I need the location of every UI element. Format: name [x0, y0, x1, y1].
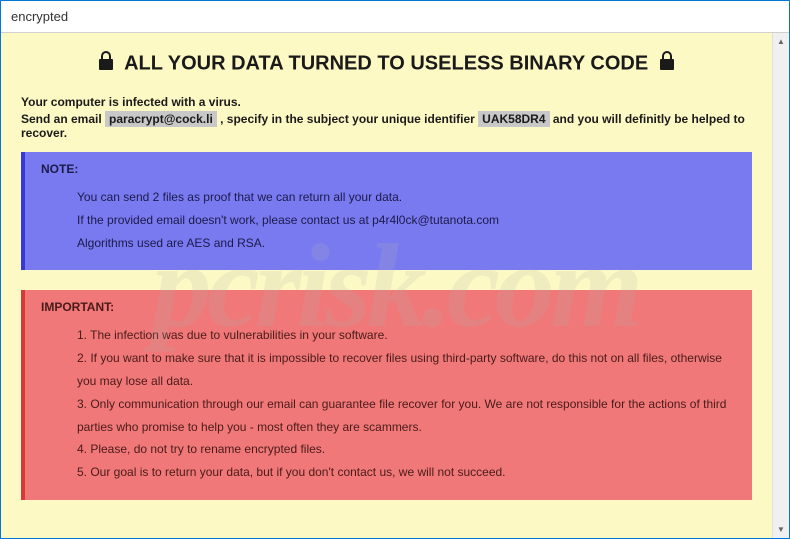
- main-title: ALL YOUR DATA TURNED TO USELESS BINARY C…: [21, 51, 752, 77]
- note-line: You can send 2 files as proof that we ca…: [77, 186, 736, 209]
- window-title: encrypted: [11, 9, 68, 24]
- important-item: 5. Our goal is to return your data, but …: [77, 461, 736, 484]
- note-box: NOTE: You can send 2 files as proof that…: [21, 152, 752, 270]
- note-line: If the provided email doesn't work, plea…: [77, 209, 736, 232]
- intro-pre: Send an email: [21, 112, 105, 126]
- note-body: You can send 2 files as proof that we ca…: [41, 186, 736, 254]
- important-item: 4. Please, do not try to rename encrypte…: [77, 438, 736, 461]
- scrollbar-up-button[interactable]: ▲: [773, 33, 789, 50]
- contact-email: paracrypt@cock.li: [105, 111, 217, 127]
- important-title: IMPORTANT:: [41, 300, 736, 314]
- content-wrapper: pcrisk.com ALL YOUR DATA TURNED TO USELE…: [1, 33, 789, 538]
- intro-instructions: Send an email paracrypt@cock.li , specif…: [21, 112, 752, 140]
- unique-identifier: UAK58DR4: [478, 111, 549, 127]
- lock-icon: [658, 51, 676, 77]
- important-body: 1. The infection was due to vulnerabilit…: [41, 324, 736, 484]
- intro-mid: , specify in the subject your unique ide…: [217, 112, 478, 126]
- scrollbar-down-button[interactable]: ▼: [773, 521, 789, 538]
- main-title-text: ALL YOUR DATA TURNED TO USELESS BINARY C…: [124, 52, 648, 74]
- important-item: 3. Only communication through our email …: [77, 393, 736, 439]
- note-line: Algorithms used are AES and RSA.: [77, 232, 736, 255]
- app-window: encrypted pcrisk.com ALL YOUR DATA TURNE…: [0, 0, 790, 539]
- lock-icon: [97, 51, 115, 77]
- intro-infection-text: Your computer is infected with a virus.: [21, 95, 752, 109]
- important-box: IMPORTANT: 1. The infection was due to v…: [21, 290, 752, 500]
- ransom-note-content: ALL YOUR DATA TURNED TO USELESS BINARY C…: [1, 33, 772, 538]
- important-item: 2. If you want to make sure that it is i…: [77, 347, 736, 393]
- vertical-scrollbar[interactable]: ▲ ▼: [772, 33, 789, 538]
- titlebar: encrypted: [1, 1, 789, 33]
- important-item: 1. The infection was due to vulnerabilit…: [77, 324, 736, 347]
- note-title: NOTE:: [41, 162, 736, 176]
